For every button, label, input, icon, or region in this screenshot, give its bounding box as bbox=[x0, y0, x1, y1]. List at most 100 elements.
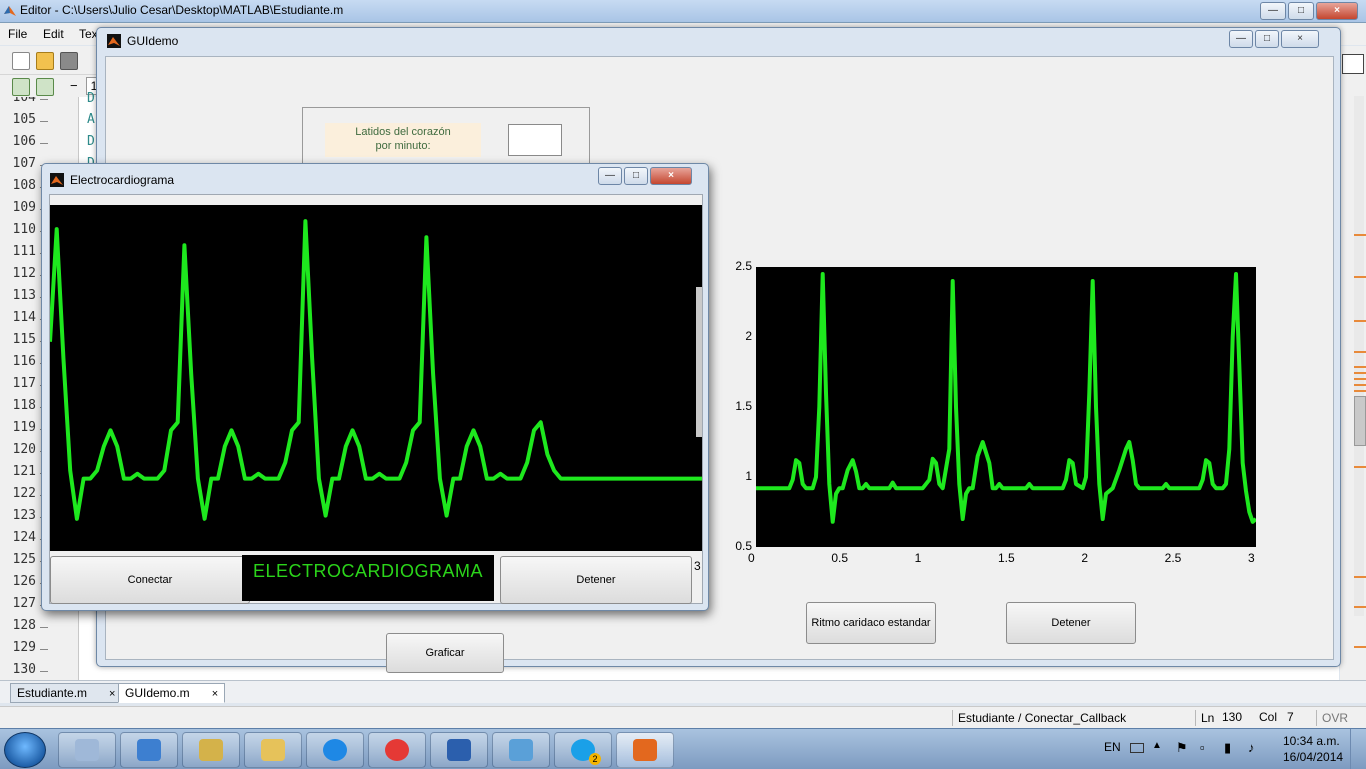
ecg-client: Conectar Detener 3 bbox=[48, 194, 703, 604]
clock-date[interactable]: 16/04/2014 bbox=[1283, 750, 1343, 764]
taskbar-app-internet-explorer[interactable] bbox=[306, 732, 364, 768]
show-hidden-icon[interactable]: ▲ bbox=[1152, 740, 1162, 751]
breakpoint-marker[interactable] bbox=[40, 143, 48, 144]
taskbar-app-virtualbox[interactable] bbox=[492, 732, 550, 768]
status-col-label: Col bbox=[1259, 710, 1278, 724]
keyboard-icon[interactable] bbox=[1130, 743, 1144, 753]
line-number: 106 bbox=[12, 134, 36, 149]
ecg-banner-text: ELECTROCARDIOGRAMA bbox=[252, 561, 484, 581]
tools-icon bbox=[199, 739, 223, 761]
show-desktop-button[interactable] bbox=[1350, 729, 1366, 769]
bpm-label: Latidos del corazón por minuto: bbox=[325, 123, 481, 157]
close-icon[interactable]: × bbox=[109, 688, 115, 700]
save-icon[interactable] bbox=[60, 52, 78, 70]
x-tick-label: 2 bbox=[1081, 551, 1089, 565]
bpm-field[interactable] bbox=[508, 124, 562, 156]
close-button[interactable]: × bbox=[1281, 30, 1319, 48]
matlab-icon bbox=[107, 34, 121, 48]
network-icon[interactable]: ▫ bbox=[1200, 740, 1205, 755]
editor-tab-bar: Estudiante.m × GUIdemo.m × bbox=[0, 680, 1366, 703]
minimize-button[interactable]: — bbox=[1229, 30, 1253, 48]
tab-label: GUIdemo.m bbox=[125, 686, 190, 700]
line-number: 126 bbox=[12, 574, 36, 589]
taskbar-app-media-player[interactable] bbox=[120, 732, 178, 768]
line-number: 122 bbox=[12, 486, 36, 501]
close-button[interactable]: × bbox=[1316, 2, 1358, 20]
tab-estudiante[interactable]: Estudiante.m × bbox=[10, 683, 123, 703]
line-number: 112 bbox=[12, 266, 36, 281]
start-button[interactable] bbox=[4, 732, 46, 768]
line-number: 125 bbox=[12, 552, 36, 567]
language-indicator[interactable]: EN bbox=[1104, 740, 1121, 754]
breakpoint-marker[interactable] bbox=[40, 99, 48, 100]
minimize-button[interactable]: — bbox=[598, 167, 622, 185]
standard-rhythm-button[interactable]: Ritmo caridaco estandar bbox=[806, 602, 936, 644]
taskbar-app-chrome[interactable] bbox=[368, 732, 426, 768]
line-number: 105 bbox=[12, 112, 36, 127]
maximize-button[interactable]: □ bbox=[624, 167, 648, 185]
status-bar: Estudiante / Conectar_Callback Ln 130 Co… bbox=[0, 706, 1366, 729]
code-fragment: D bbox=[87, 134, 95, 149]
detener-button[interactable]: Detener bbox=[500, 556, 692, 604]
graficar-button[interactable]: Graficar bbox=[386, 633, 504, 673]
close-icon[interactable]: × bbox=[212, 688, 218, 700]
ecg-axes bbox=[48, 205, 702, 551]
menu-file[interactable]: File bbox=[8, 27, 27, 41]
breakpoint-marker[interactable] bbox=[40, 671, 48, 672]
tab-guidemo[interactable]: GUIdemo.m × bbox=[118, 683, 226, 703]
ecg-series-line bbox=[756, 272, 1258, 524]
line-number: 108 bbox=[12, 178, 36, 193]
menu-edit[interactable]: Edit bbox=[43, 27, 64, 41]
minimize-button[interactable]: — bbox=[1260, 2, 1286, 20]
breakpoint-marker[interactable] bbox=[40, 627, 48, 628]
close-button[interactable]: × bbox=[650, 167, 692, 185]
line-number: 113 bbox=[12, 288, 36, 303]
taskbar-app-tools[interactable] bbox=[182, 732, 240, 768]
battery-icon[interactable]: ▮ bbox=[1224, 740, 1231, 756]
ecg-scrollbar-thumb[interactable] bbox=[696, 287, 702, 437]
line-number: 118 bbox=[12, 398, 36, 413]
editor-scroll-strip[interactable] bbox=[1340, 46, 1366, 680]
breakpoint-marker[interactable] bbox=[40, 121, 48, 122]
taskbar-app-file-explorer[interactable] bbox=[244, 732, 302, 768]
ecg-plot bbox=[48, 219, 702, 521]
matlab-icon bbox=[50, 173, 64, 187]
volume-icon[interactable]: ♪ bbox=[1248, 740, 1255, 755]
open-folder-icon[interactable] bbox=[36, 52, 54, 70]
ecg-series-line bbox=[48, 219, 702, 521]
clock-time[interactable]: 10:34 a.m. bbox=[1283, 734, 1340, 748]
status-function: Estudiante / Conectar_Callback bbox=[952, 710, 1126, 726]
taskbar-app-word[interactable] bbox=[430, 732, 488, 768]
line-number: 124 bbox=[12, 530, 36, 545]
flag-icon[interactable]: ⚑ bbox=[1176, 740, 1188, 756]
new-file-icon[interactable] bbox=[12, 52, 30, 70]
guidemo-titlebar: GUIdemo — □ × bbox=[97, 28, 1340, 54]
maximize-button[interactable]: □ bbox=[1255, 30, 1279, 48]
status-line-label: Ln bbox=[1195, 710, 1214, 726]
line-number: 127 bbox=[12, 596, 36, 611]
scrollbar[interactable] bbox=[1354, 96, 1364, 616]
x-tick-label: 1.5 bbox=[998, 551, 1015, 565]
unindent-icon[interactable] bbox=[36, 78, 54, 96]
conectar-button[interactable]: Conectar bbox=[50, 556, 250, 604]
taskbar-app-skype[interactable]: 2 bbox=[554, 732, 612, 768]
detener-button[interactable]: Detener bbox=[1006, 602, 1136, 644]
menu-text[interactable]: Tex bbox=[79, 27, 98, 41]
scrollbar-thumb[interactable] bbox=[1354, 396, 1366, 446]
x-tick-label: 0 bbox=[748, 551, 755, 565]
taskbar-app-matlab[interactable] bbox=[616, 732, 674, 768]
taskbar-app-calculator[interactable] bbox=[58, 732, 116, 768]
breakpoint-marker[interactable] bbox=[40, 649, 48, 650]
partial-text: 3 bbox=[694, 559, 701, 573]
undock-icon[interactable] bbox=[1342, 54, 1364, 74]
indent-icon[interactable] bbox=[12, 78, 30, 96]
line-number: 104 bbox=[12, 97, 36, 105]
maximize-button[interactable]: □ bbox=[1288, 2, 1314, 20]
line-number: 114 bbox=[12, 310, 36, 325]
minus-icon[interactable]: − bbox=[70, 78, 78, 93]
line-number: 128 bbox=[12, 618, 36, 633]
line-number: 120 bbox=[12, 442, 36, 457]
taskbar: 2 EN ▲ ⚑ ▫ ▮ ♪ 10:34 a.m. 16/04/2014 bbox=[0, 728, 1366, 769]
matlab-icon bbox=[633, 739, 657, 761]
x-tick-label: 0.5 bbox=[831, 551, 849, 565]
